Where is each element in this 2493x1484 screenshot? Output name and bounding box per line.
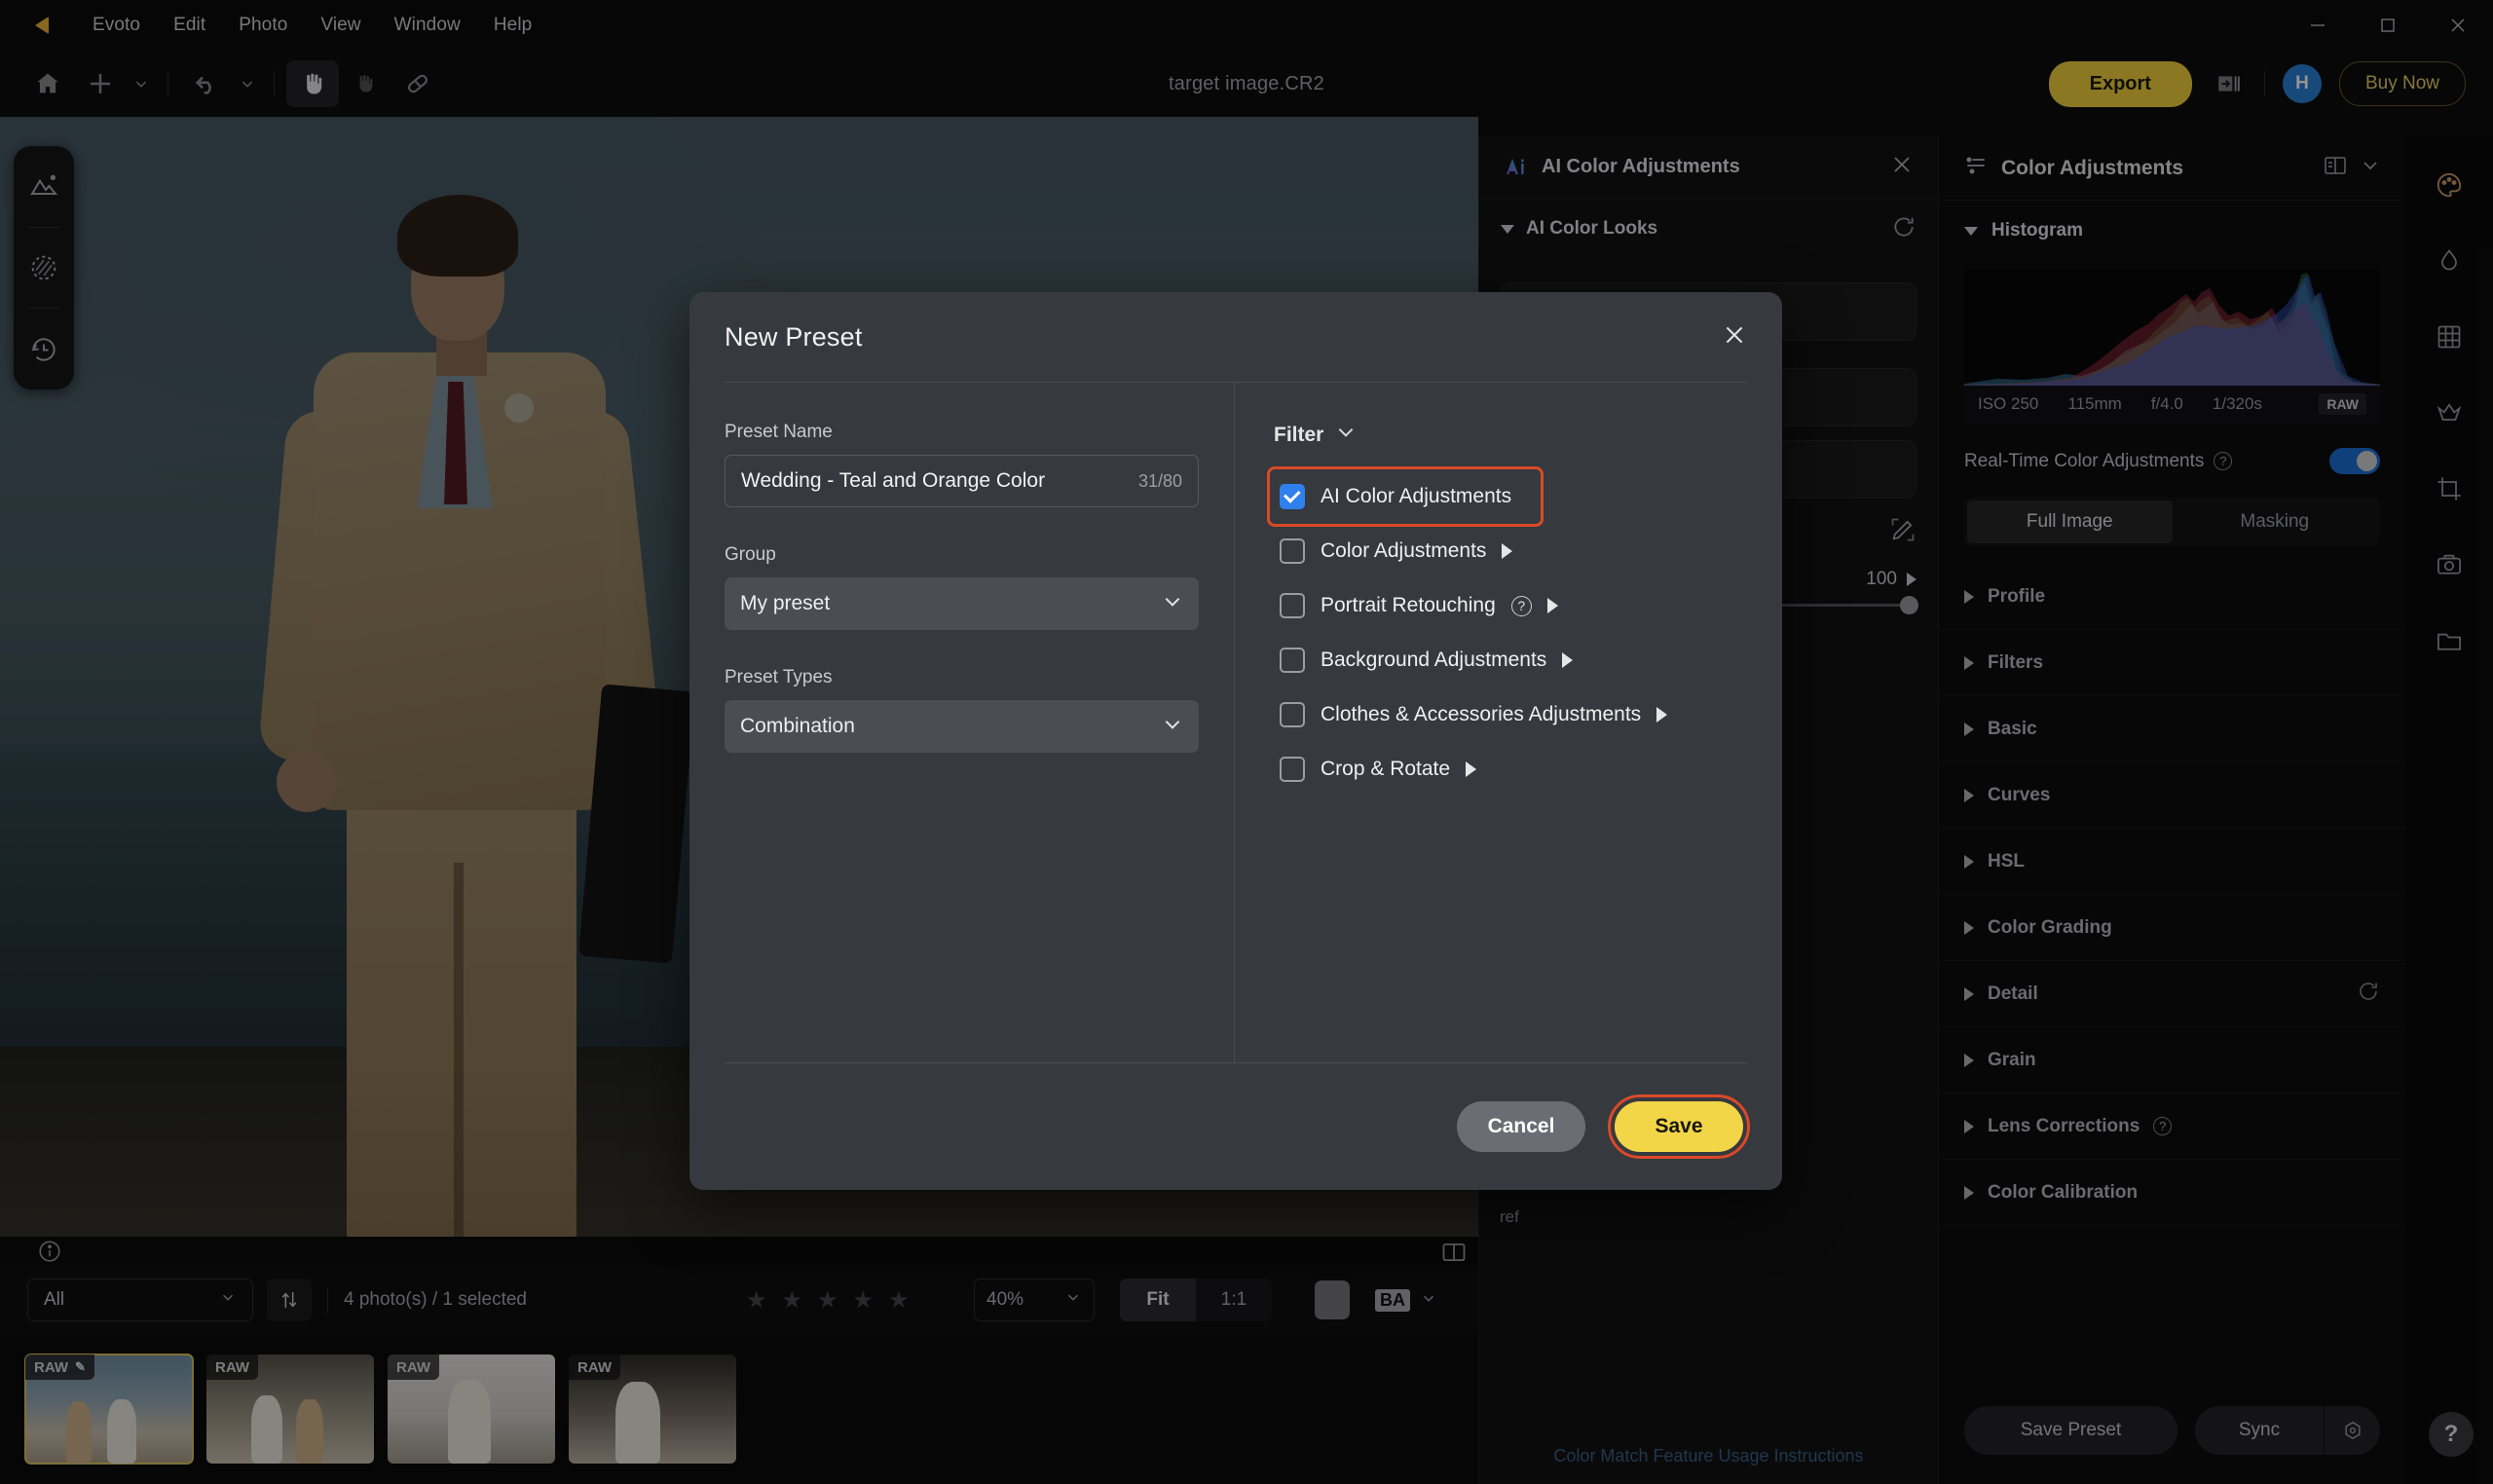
new-preset-dialog: New Preset Preset Name Wedding - Teal an… [689,292,1782,1190]
group-select[interactable]: My preset [725,577,1199,630]
expand-arrow-icon[interactable] [1466,761,1477,777]
dialog-body: Preset Name Wedding - Teal and Orange Co… [689,383,1782,1062]
preset-name-input[interactable]: Wedding - Teal and Orange Color 31/80 [725,455,1199,507]
help-icon[interactable]: ? [1510,595,1532,616]
group-label: Group [725,544,776,565]
preset-name-label: Preset Name [725,422,833,442]
filter-item-label: Color Adjustments [1321,539,1487,562]
filter-item-color-adjustments[interactable]: Color Adjustments [1274,524,1747,578]
checkbox[interactable] [1280,702,1305,727]
dialog-footer: Cancel Save [689,1063,1782,1190]
group-value: My preset [740,592,831,614]
preset-types-select[interactable]: Combination [725,700,1199,753]
checkbox[interactable] [1280,538,1305,564]
dialog-right-column: Filter AI Color Adjustments Color Adjust… [1235,383,1782,1062]
preset-name-value: Wedding - Teal and Orange Color [741,469,1046,492]
filter-section-header[interactable]: Filter [1274,422,1747,448]
filter-item-label: Background Adjustments [1321,649,1547,671]
preset-types-label: Preset Types [725,667,833,687]
expand-arrow-icon[interactable] [1562,652,1574,668]
preset-types-value: Combination [740,715,855,737]
dialog-left-column: Preset Name Wedding - Teal and Orange Co… [689,383,1235,1062]
filter-item-label: Crop & Rotate [1321,758,1451,780]
checkbox[interactable] [1280,648,1305,673]
filter-item-crop-rotate[interactable]: Crop & Rotate [1274,742,1747,797]
dialog-title: New Preset [725,321,863,352]
filter-item-ai-color-adjustments[interactable]: AI Color Adjustments [1267,466,1544,527]
checkbox[interactable] [1280,757,1305,782]
preset-name-counter: 31/80 [1137,470,1182,491]
filter-item-portrait-retouching[interactable]: Portrait Retouching ? [1274,578,1747,633]
chevron-down-icon [1162,591,1183,617]
app-root: Evoto Edit Photo View Window Help target… [0,0,2493,1484]
checkbox[interactable] [1280,593,1305,618]
filter-item-label: Clothes & Accessories Adjustments [1321,703,1642,725]
expand-arrow-icon[interactable] [1546,598,1558,613]
checkbox[interactable] [1280,484,1305,509]
dialog-header: New Preset [689,292,1782,382]
save-button[interactable]: Save [1615,1101,1743,1152]
save-button-highlight: Save [1608,1094,1750,1159]
filter-label: Filter [1274,423,1324,446]
filter-item-background-adjustments[interactable]: Background Adjustments [1274,633,1747,687]
filter-item-label: Portrait Retouching [1321,594,1496,616]
chevron-down-icon [1162,714,1183,740]
expand-arrow-icon[interactable] [1656,707,1668,723]
cancel-button[interactable]: Cancel [1457,1101,1585,1152]
dialog-close-icon[interactable] [1722,322,1747,352]
expand-arrow-icon[interactable] [1502,543,1513,559]
filter-item-clothes-accessories-adjustments[interactable]: Clothes & Accessories Adjustments [1274,687,1747,742]
filter-item-label: AI Color Adjustments [1321,485,1512,507]
chevron-down-icon[interactable] [1335,422,1357,448]
